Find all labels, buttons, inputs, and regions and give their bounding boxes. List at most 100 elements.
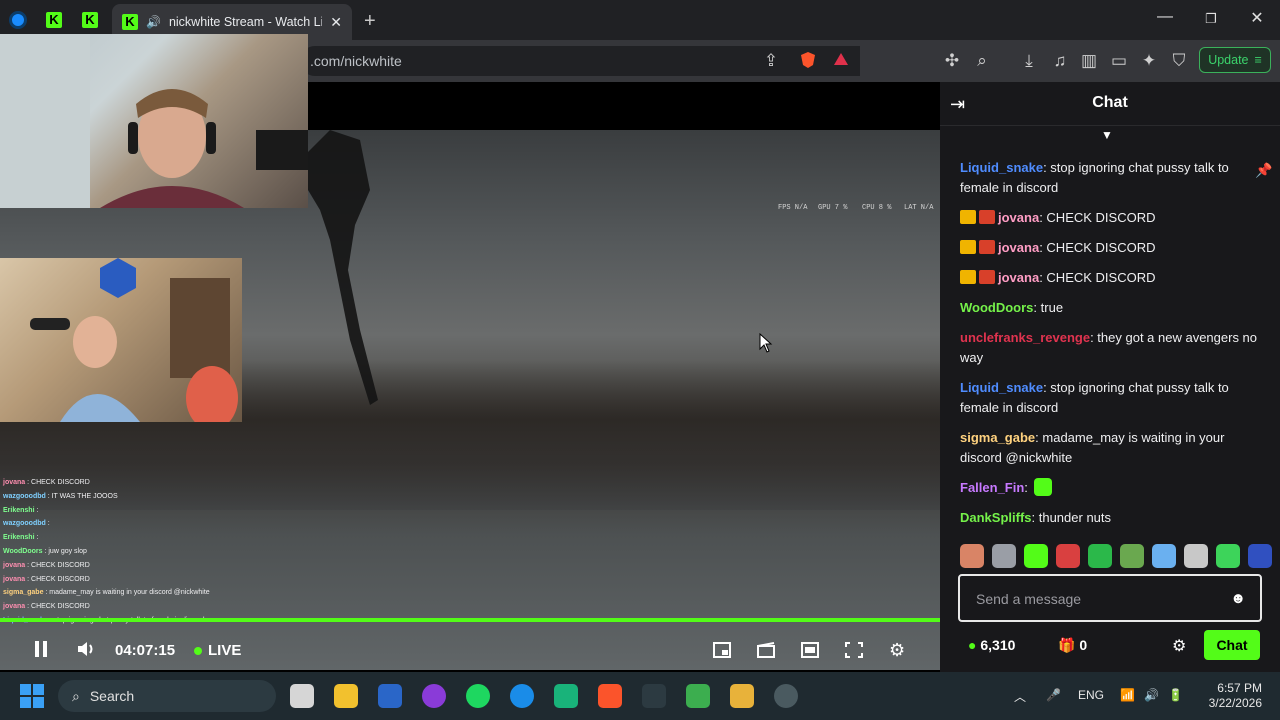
chat-message[interactable]: Liquid_snake: stop ignoring chat pussy t…	[960, 378, 1260, 418]
overlay-chat-line: jovana : CHECK DISCORD	[3, 476, 210, 490]
emote[interactable]	[1056, 544, 1080, 568]
powershell-icon[interactable]	[378, 684, 402, 708]
send-chat-button[interactable]: Chat	[1204, 630, 1260, 660]
message-input[interactable]	[976, 588, 1216, 610]
emote[interactable]	[1248, 544, 1272, 568]
chat-text: : CHECK DISCORD	[1039, 210, 1156, 225]
overlay-chat-line: wazgooodbd : IT WAS THE JOOOS	[3, 490, 210, 504]
emoji-picker-icon[interactable]: ☻	[1230, 590, 1246, 607]
kick-icon: K	[46, 12, 62, 28]
app-icon[interactable]	[642, 684, 666, 708]
settings-icon[interactable]: ⚙	[889, 640, 905, 661]
chat-username[interactable]: Fallen_Fin	[960, 480, 1024, 495]
download-icon[interactable]: ⤓	[1018, 51, 1040, 71]
progress-bar[interactable]	[0, 618, 940, 622]
chat-username[interactable]: jovana	[998, 210, 1039, 225]
clip-icon[interactable]	[757, 642, 775, 663]
search-label: Search	[89, 688, 135, 704]
wallet-icon[interactable]: ▭	[1108, 51, 1130, 71]
filter-icon[interactable]: ▼	[1101, 128, 1113, 142]
new-tab-button[interactable]: +	[364, 10, 376, 33]
language-indicator[interactable]: ENG	[1078, 688, 1104, 702]
menu-icon: ≡	[1254, 53, 1262, 67]
emote-bar	[960, 544, 1272, 568]
wifi-icon[interactable]: 📶	[1120, 688, 1135, 702]
task-view-icon[interactable]	[290, 684, 314, 708]
extensions-icon[interactable]: ✣	[941, 51, 963, 71]
url-text[interactable]: .com/nickwhite	[310, 53, 402, 69]
chat-input-box[interactable]: ☻	[958, 574, 1262, 622]
emote[interactable]	[1184, 544, 1208, 568]
pycharm-icon[interactable]	[554, 684, 578, 708]
chat-message[interactable]: Liquid_snake: stop ignoring chat pussy t…	[960, 158, 1260, 198]
chat-username[interactable]: unclefranks_revenge	[960, 330, 1090, 345]
clock[interactable]: 6:57 PM 3/22/2026	[1200, 681, 1262, 711]
emote[interactable]	[1216, 544, 1240, 568]
theater-mode-icon[interactable]	[801, 642, 819, 663]
microphone-icon[interactable]: 🎤	[1046, 688, 1061, 702]
tool-app-icon[interactable]	[730, 684, 754, 708]
emote[interactable]	[1088, 544, 1112, 568]
emote[interactable]	[960, 544, 984, 568]
close-window-button[interactable]: ✕	[1234, 8, 1280, 28]
chat-message[interactable]: unclefranks_revenge: they got a new aven…	[960, 328, 1260, 368]
windows-start-icon[interactable]	[20, 684, 44, 708]
fullscreen-icon[interactable]	[845, 642, 863, 663]
chat-message[interactable]: Fallen_Fin:	[960, 478, 1260, 498]
live-indicator[interactable]: LIVE	[194, 642, 241, 659]
update-button[interactable]: Update ≡	[1199, 47, 1271, 73]
chat-message[interactable]: sigma_gabe: madame_may is waiting in you…	[960, 428, 1260, 468]
channel-points[interactable]: ● 6,310	[968, 637, 1015, 653]
emote[interactable]	[1024, 544, 1048, 568]
leo-ai-icon[interactable]: ✦	[1138, 51, 1160, 71]
media-icon[interactable]: ♫	[1049, 51, 1071, 71]
volume-button[interactable]	[77, 640, 97, 663]
chat-username[interactable]: DankSpliffs	[960, 510, 1032, 525]
volume-tray-icon[interactable]: 🔊	[1144, 688, 1159, 702]
emote[interactable]	[1120, 544, 1144, 568]
tor-browser-icon[interactable]	[422, 684, 446, 708]
restore-button[interactable]: ❐	[1188, 11, 1234, 27]
chat-message[interactable]: WoodDoors: true	[960, 298, 1260, 318]
chat-message[interactable]: jovana: CHECK DISCORD	[960, 208, 1260, 228]
emote[interactable]	[1152, 544, 1176, 568]
sidebar-toggle-icon[interactable]: ▥	[1078, 51, 1100, 71]
chat-username[interactable]: jovana	[998, 270, 1039, 285]
creature-silhouette	[300, 130, 378, 405]
gift-subs[interactable]: 🎁 0	[1058, 637, 1087, 654]
chat-message[interactable]: jovana: CHECK DISCORD	[960, 268, 1260, 288]
close-tab-icon[interactable]: ✕	[330, 14, 342, 31]
tray-overflow-icon[interactable]: ︿	[1014, 688, 1026, 705]
webcam-scene	[0, 34, 308, 208]
brave-icon[interactable]	[598, 684, 622, 708]
chat-username[interactable]: WoodDoors	[960, 300, 1033, 315]
edge-icon[interactable]	[510, 684, 534, 708]
cpu-stat: CPU 8 %	[862, 204, 892, 212]
chat-username[interactable]: sigma_gabe	[960, 430, 1035, 445]
battery-icon[interactable]: 🔋	[1168, 688, 1183, 702]
miniplayer-icon[interactable]	[713, 642, 731, 663]
taskbar-search[interactable]: ⌕ Search	[58, 680, 276, 712]
obs-icon[interactable]	[774, 684, 798, 708]
live-dot	[194, 646, 202, 655]
overlay-chat-text: :	[45, 520, 50, 528]
emote[interactable]	[992, 544, 1016, 568]
chat-settings-icon[interactable]: ⚙	[1172, 636, 1186, 656]
share-icon[interactable]: ⇪	[760, 51, 782, 71]
overlay-chat-username: jovana	[3, 561, 26, 569]
reader-mode-icon[interactable]: ⌕	[971, 51, 993, 71]
chat-text: :	[1024, 480, 1028, 495]
vpn-icon[interactable]: ⛉	[1168, 51, 1190, 71]
chat-message[interactable]: jovana: CHECK DISCORD	[960, 238, 1260, 258]
spotify-icon[interactable]	[466, 684, 490, 708]
chat-username[interactable]: Liquid_snake	[960, 160, 1043, 175]
file-explorer-icon[interactable]	[334, 684, 358, 708]
brave-rewards-icon[interactable]	[830, 51, 852, 72]
chat-message[interactable]: DankSpliffs: thunder nuts	[960, 508, 1260, 528]
brave-shields-icon[interactable]	[797, 51, 819, 74]
minimize-button[interactable]: —	[1142, 8, 1188, 26]
chat-username[interactable]: Liquid_snake	[960, 380, 1043, 395]
pause-button[interactable]	[33, 640, 49, 663]
chat-username[interactable]: jovana	[998, 240, 1039, 255]
lock-app-icon[interactable]	[686, 684, 710, 708]
